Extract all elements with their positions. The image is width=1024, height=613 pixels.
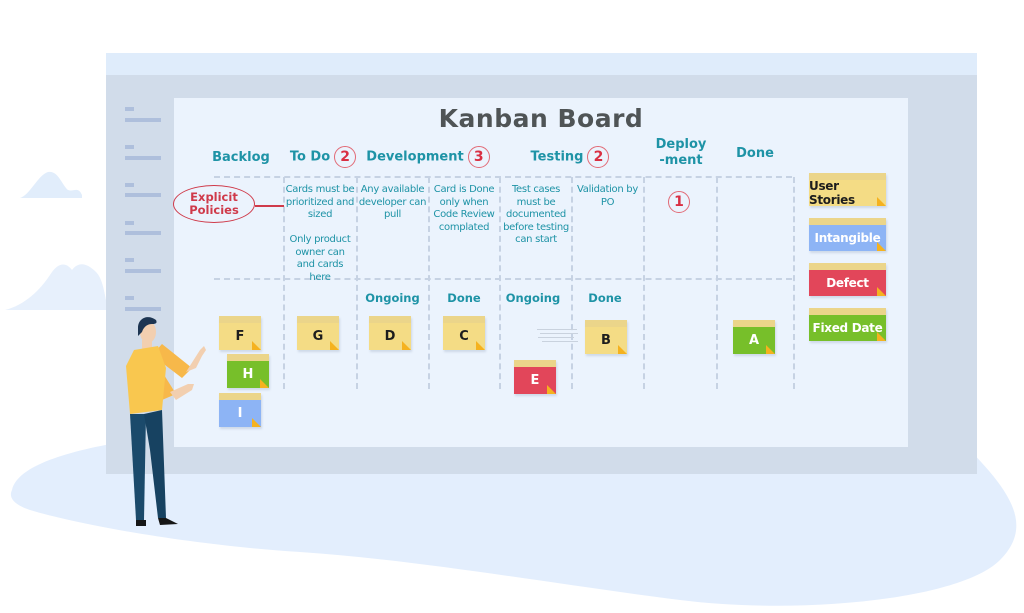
legend-user-stories: User Stories	[809, 173, 886, 207]
policy-todo-2: Only product owner can and cards here	[289, 234, 351, 283]
ruler-tick	[125, 296, 134, 300]
kanban-card-f[interactable]: F	[219, 316, 261, 350]
explicit-policies-label: Explicit Policies	[173, 185, 255, 223]
column-divider	[571, 177, 573, 389]
policy-development-done: Card is Done only when Code Review compl…	[433, 184, 495, 233]
motion-line	[538, 337, 574, 338]
ruler-tick	[125, 193, 161, 197]
hill-1	[20, 171, 82, 198]
presenter-person-illustration	[126, 317, 206, 526]
kanban-card-h[interactable]: H	[227, 354, 269, 388]
wip-limit-badge: 3	[467, 146, 490, 168]
legend-defect: Defect	[809, 263, 886, 296]
wip-limit-badge: 2	[587, 146, 610, 168]
kanban-card-i[interactable]: I	[219, 393, 261, 427]
column-header-done[interactable]: Done	[720, 146, 790, 162]
person-leg-right	[144, 410, 166, 518]
ruler-tick	[125, 156, 161, 160]
sub-header-dev-done: Done	[447, 291, 481, 305]
legend-fixed-date: Fixed Date	[809, 308, 886, 341]
motion-line	[540, 333, 578, 334]
kanban-card-b[interactable]: B	[585, 320, 627, 354]
kanban-card-g[interactable]: G	[297, 316, 339, 350]
ruler-tick	[125, 269, 161, 273]
hill-2	[5, 264, 106, 310]
column-name: Development	[366, 149, 464, 165]
column-name: Done	[736, 146, 774, 161]
ruler-tick	[125, 221, 134, 225]
person-shirt	[126, 346, 166, 414]
policy-todo-1: Cards must be prioritized and sized	[285, 184, 355, 220]
person-shoe-right	[158, 518, 178, 525]
explicit-policies-connector	[255, 205, 284, 207]
sub-header-test-done: Done	[588, 291, 622, 305]
ruler-tick	[125, 107, 134, 111]
legend-intangible: Intangible	[809, 218, 886, 251]
header-divider	[214, 176, 792, 178]
person-hand-lower	[170, 384, 194, 400]
ruler-tick	[125, 231, 161, 235]
column-divider	[643, 177, 645, 389]
person-shoe-left	[136, 520, 146, 526]
motion-line	[542, 341, 578, 342]
kanban-card-a[interactable]: A	[733, 320, 775, 354]
column-header-development[interactable]: Development 3	[360, 146, 496, 168]
column-header-todo[interactable]: To Do 2	[283, 146, 363, 168]
policy-development-ongoing: Any available developer can pull	[358, 184, 427, 220]
ruler-tick	[125, 145, 134, 149]
kanban-card-c[interactable]: C	[443, 316, 485, 350]
kanban-card-e[interactable]: E	[514, 360, 556, 394]
person-leg-left	[130, 414, 146, 520]
kanban-card-d[interactable]: D	[369, 316, 411, 350]
sub-header-dev-ongoing: Ongoing	[365, 291, 420, 305]
column-name: Testing	[530, 149, 584, 165]
board-frame-top	[106, 53, 977, 75]
board-title: Kanban Board	[438, 104, 644, 133]
column-name: To Do	[289, 149, 331, 165]
sub-header-test-ongoing: Ongoing	[505, 291, 561, 305]
wip-limit-badge: 2	[334, 146, 357, 168]
person-hand-upper	[186, 346, 206, 372]
column-header-deployment[interactable]: Deploy-ment	[647, 137, 715, 169]
policy-testing-ongoing: Test cases must be documented before tes…	[503, 184, 569, 245]
column-header-testing[interactable]: Testing 2	[505, 146, 635, 168]
ruler-tick	[125, 258, 134, 262]
column-divider	[499, 177, 501, 389]
ruler-tick	[125, 118, 161, 122]
wip-limit-badge: 1	[668, 191, 690, 213]
column-divider	[716, 177, 718, 389]
deployment-wip-limit: 1	[668, 191, 690, 213]
ruler-tick	[125, 183, 134, 187]
column-divider	[793, 177, 795, 389]
column-name: Deploy-ment	[655, 137, 707, 168]
column-header-backlog[interactable]: Backlog	[206, 150, 276, 166]
motion-line	[537, 329, 577, 330]
policy-testing-done: Validation by PO	[577, 184, 638, 208]
column-name: Backlog	[212, 150, 270, 165]
